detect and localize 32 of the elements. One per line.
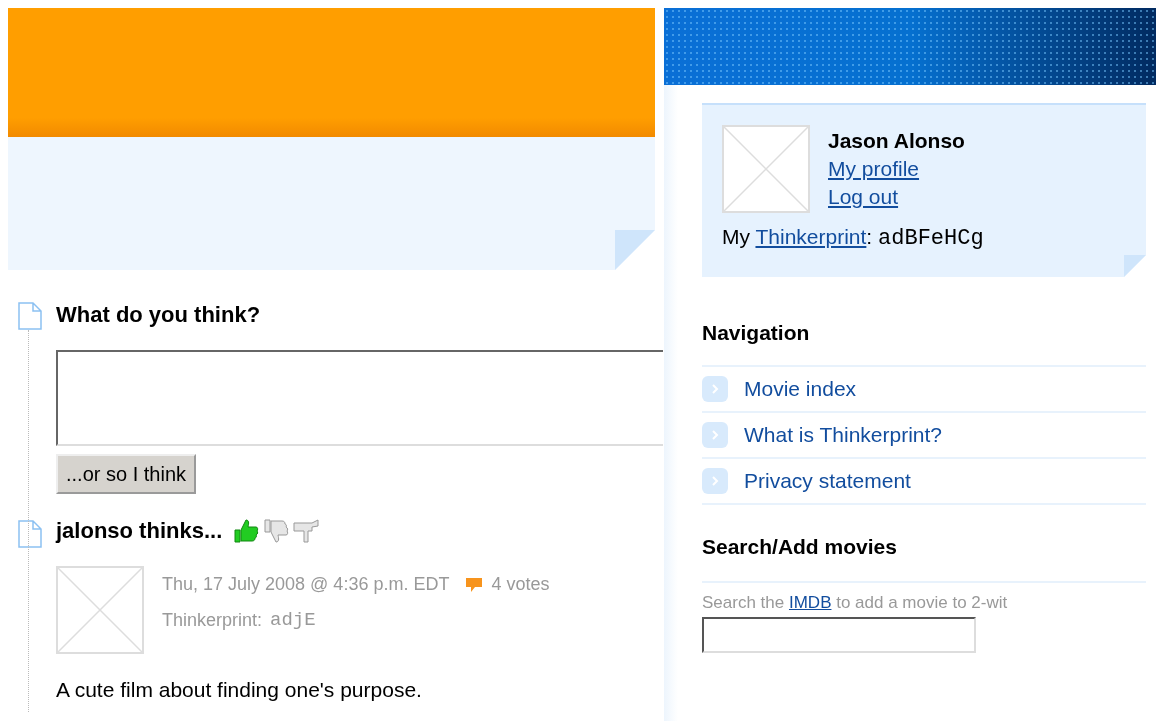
comment-heading: What do you think? — [56, 301, 262, 329]
submit-button[interactable]: ...or so I think — [56, 454, 197, 494]
search-hint: Search the IMDB to add a movie to 2-wit — [702, 593, 1009, 613]
chevron-icon — [702, 468, 728, 494]
comment-field[interactable] — [56, 350, 663, 446]
navigation-heading: Navigation — [702, 321, 1146, 367]
search-heading: Search/Add movies — [702, 535, 1146, 583]
search-field[interactable] — [702, 617, 976, 653]
thumb-sideways-icon[interactable] — [292, 517, 321, 545]
thinkerprint-line: My Thinkerprint: adBFeHCg — [722, 225, 985, 251]
vote-count: 4 votes — [491, 574, 550, 595]
user-link[interactable]: My profile — [828, 157, 965, 181]
chevron-icon — [702, 422, 728, 448]
speech-bubble-icon — [465, 575, 484, 594]
nav-link[interactable]: What is Thinkerprint? — [702, 413, 1146, 459]
opinion-heading: jalonso thinks... — [56, 517, 223, 545]
thinkerprint-code: adjE — [270, 609, 316, 631]
nav-link[interactable]: Privacy statement — [702, 459, 1146, 505]
timestamp: Thu, 17 July 2008 @ 4:36 p.m. EDT — [162, 574, 450, 595]
document-icon — [18, 520, 42, 548]
user-name: Jason Alonso — [828, 129, 965, 153]
thinkerprint-link[interactable]: Thinkerprint — [755, 225, 867, 248]
comment-text: A cute film about finding one's purpose. — [56, 678, 423, 702]
document-icon — [18, 302, 42, 330]
thinkerprint-label: Thinkerprint: — [162, 609, 263, 631]
nav-link[interactable]: Movie index — [702, 367, 1146, 413]
page-fold-drawing — [615, 230, 655, 270]
thumbs-down-icon[interactable] — [262, 517, 291, 545]
thumbs-up-icon[interactable] — [232, 517, 261, 545]
imdb-link[interactable]: IMDB — [788, 593, 832, 612]
user-link[interactable]: Log out — [828, 185, 965, 209]
chevron-icon — [702, 376, 728, 402]
